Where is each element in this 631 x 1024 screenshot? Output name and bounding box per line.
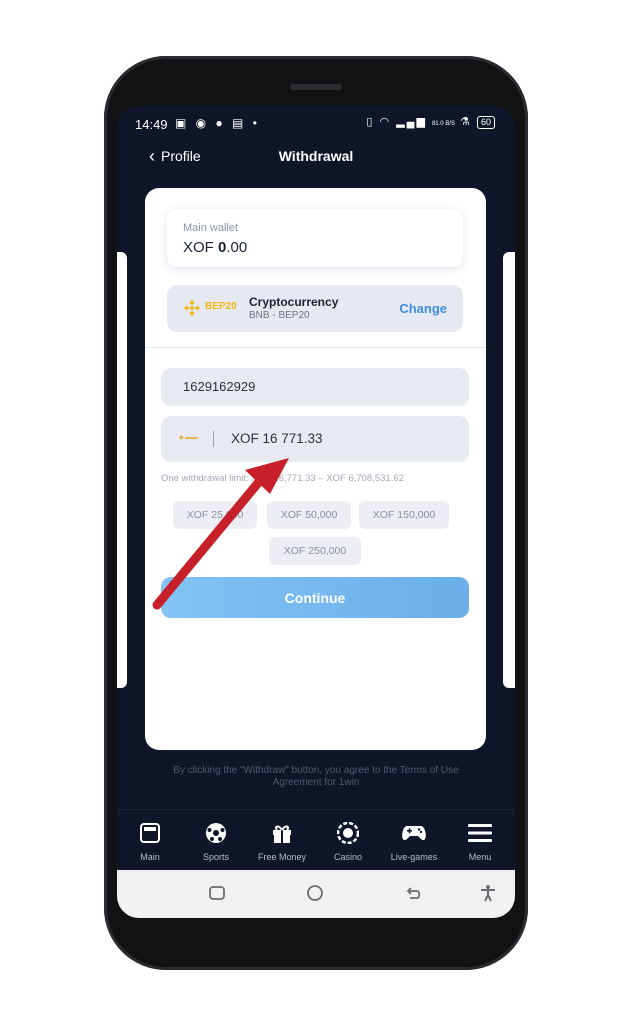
input-separator: [213, 431, 214, 447]
tab-menu[interactable]: Menu: [450, 820, 510, 862]
home-icon[interactable]: [306, 884, 324, 902]
main-icon: [120, 820, 180, 846]
method-name: Cryptocurrency: [249, 295, 339, 309]
method-network: BNB - BEP20: [249, 310, 310, 321]
net-speed: 81.0 B/S: [431, 121, 455, 127]
battery-icon: 60: [476, 116, 495, 129]
wallet-amount-dec: .00: [226, 239, 248, 256]
casino-chip-icon: [318, 820, 378, 846]
terms-notice: By clicking the "Withdraw" button, you a…: [173, 765, 459, 788]
tab-label: Live-games: [390, 852, 438, 862]
wallet-currency: XOF: [183, 239, 214, 256]
phone-screen: 14:49 ▣ ◉ ● ▤ • ▯ ◠ ▂▄▆ 81.0 B/S ⚗ 60 ‹ …: [117, 106, 515, 918]
flask-icon: ⚗: [460, 116, 472, 128]
bep20-badge: BEP20: [205, 301, 237, 312]
tab-label: Main: [140, 852, 160, 862]
withdrawal-card: Main wallet XOF 0.00 BEP20 Cryptocurrenc…: [145, 188, 486, 750]
continue-button[interactable]: Continue: [161, 577, 469, 618]
amount-chip-50000[interactable]: XOF 50,000: [267, 501, 351, 529]
screen-edge-right: [503, 252, 515, 688]
currency-coin-icon: ◆ ▬▬: [179, 435, 198, 441]
status-time: 14:49: [135, 117, 168, 132]
amount-chip-25000[interactable]: XOF 25,000: [173, 501, 257, 529]
wallet-label: Main wallet: [183, 222, 239, 234]
system-icons: ▯ ◠ ▂▄▆ 81.0 B/S ⚗ 60: [366, 115, 495, 129]
tab-label: Free Money: [257, 852, 307, 862]
notification-icons: ▣ ◉ ● ▤ •: [175, 116, 260, 130]
amount-input[interactable]: ◆ ▬▬ XOF 16 771.33: [161, 416, 469, 462]
screen-edge-left: [117, 252, 127, 688]
amount-chip-150000[interactable]: XOF 150,000: [359, 501, 449, 529]
amount-chip-250000[interactable]: XOF 250,000: [269, 537, 361, 565]
gift-icon: [252, 820, 312, 846]
amount-value: XOF 16 771.33: [231, 431, 323, 446]
back-nav-icon[interactable]: [405, 884, 423, 902]
change-method-button[interactable]: Change: [399, 301, 447, 316]
android-nav-bar: [117, 870, 515, 918]
wallet-address-input[interactable]: 1629162929: [161, 368, 469, 406]
page-title: Withdrawal: [278, 148, 354, 164]
withdrawal-limit-text: One withdrawal limit: XOF 16,771.33 – XO…: [161, 473, 404, 484]
signal-icon: ▂▄▆: [396, 116, 427, 128]
payment-method: BEP20 Cryptocurrency BNB - BEP20 Change: [167, 285, 463, 332]
tab-live-games[interactable]: Live-games: [384, 820, 444, 862]
vibrate-icon: ▯: [366, 116, 375, 128]
gamepad-icon: [384, 820, 444, 846]
soccer-ball-icon: [186, 820, 246, 846]
tab-label: Casino: [333, 852, 362, 862]
status-bar: 14:49 ▣ ◉ ● ▤ • ▯ ◠ ▂▄▆ 81.0 B/S ⚗ 60: [117, 106, 515, 140]
wifi-icon: ◠: [379, 116, 392, 128]
recent-apps-icon[interactable]: [208, 884, 226, 902]
tab-sports[interactable]: Sports: [186, 820, 246, 862]
main-wallet: Main wallet XOF 0.00: [167, 209, 463, 267]
wallet-address-value: 1629162929: [183, 379, 256, 394]
accessibility-icon[interactable]: [479, 884, 497, 902]
tab-main[interactable]: Main: [120, 820, 180, 862]
hamburger-menu-icon: [450, 820, 510, 846]
wallet-balance: XOF 0.00: [183, 239, 247, 256]
tab-label: Sports: [202, 852, 229, 862]
binance-icon: [184, 300, 200, 316]
tab-label: Menu: [468, 852, 492, 862]
bottom-tab-bar: Main Sports Free Money Casino Live-games: [117, 809, 515, 873]
tab-free-money[interactable]: Free Money: [252, 820, 312, 862]
divider: [145, 347, 486, 348]
phone-speaker: [290, 84, 342, 90]
tab-casino[interactable]: Casino: [318, 820, 378, 862]
